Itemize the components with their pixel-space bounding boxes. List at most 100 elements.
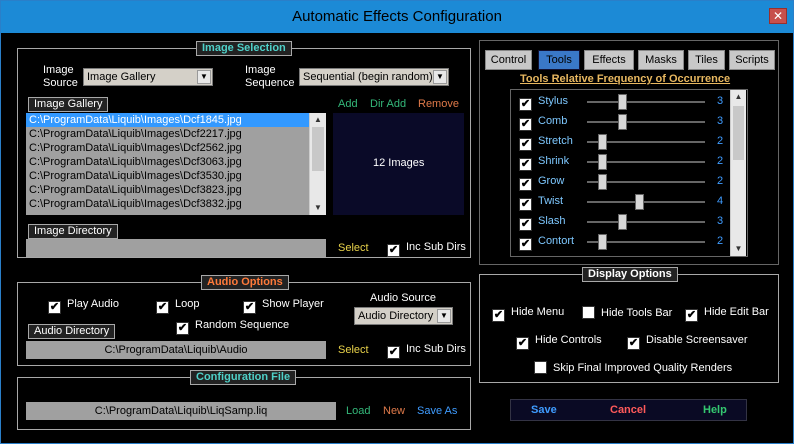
tools-scrollbar[interactable]: ▲ ▼ — [730, 90, 746, 256]
chevron-down-icon: ▼ — [197, 70, 211, 84]
config-file-field[interactable]: C:\ProgramData\Liquib\LiqSamp.liq — [26, 402, 336, 420]
image-source-value: Image Gallery — [87, 71, 156, 83]
frequency-slider-thumb[interactable] — [598, 174, 607, 190]
frequency-slider-thumb[interactable] — [598, 134, 607, 150]
hide-controls-label: Hide Controls — [535, 334, 602, 346]
frequency-slider-thumb[interactable] — [598, 154, 607, 170]
frequency-slider-thumb[interactable] — [618, 114, 627, 130]
client-area: Image Selection Image Source Image Galle… — [9, 33, 787, 437]
audio-inc-sub-dirs-label: Inc Sub Dirs — [406, 343, 466, 355]
image-source-select[interactable]: Image Gallery ▼ — [83, 68, 213, 86]
scroll-down-icon[interactable]: ▼ — [731, 242, 746, 256]
image-sequence-value: Sequential (begin random) — [303, 71, 433, 83]
remove-button[interactable]: Remove — [418, 98, 459, 110]
check-icon: ✔ — [176, 322, 189, 335]
image-sequence-select[interactable]: Sequential (begin random) ▼ — [299, 68, 449, 86]
loop-checkbox[interactable]: ✔ Loop — [156, 298, 199, 314]
tool-checkbox[interactable]: ✔ Stylus — [519, 95, 568, 111]
check-icon: ✔ — [519, 198, 532, 211]
frequency-slider-track[interactable] — [587, 201, 705, 203]
scroll-thumb[interactable] — [733, 106, 744, 160]
image-gallery-list[interactable]: C:\ProgramData\Liquib\Images\Dcf1845.jpg… — [26, 113, 326, 215]
load-button[interactable]: Load — [346, 405, 370, 417]
tool-checkbox[interactable]: ✔ Comb — [519, 115, 567, 131]
tool-label: Comb — [538, 115, 568, 127]
tool-checkbox[interactable]: ✔ Shrink — [519, 155, 569, 171]
show-player-checkbox[interactable]: ✔ Show Player — [243, 298, 324, 314]
tool-checkbox[interactable]: ✔ Slash — [519, 215, 566, 231]
list-item[interactable]: C:\ProgramData\Liquib\Images\Dcf1845.jpg — [26, 113, 326, 127]
frequency-slider-thumb[interactable] — [635, 194, 644, 210]
image-inc-sub-dirs-checkbox[interactable]: ✔ Inc Sub Dirs — [387, 241, 466, 257]
scroll-thumb[interactable] — [312, 127, 324, 171]
check-icon: ✔ — [519, 218, 532, 231]
tool-label: Twist — [538, 195, 564, 207]
image-directory-field[interactable] — [26, 239, 326, 257]
tool-value: 2 — [717, 175, 724, 187]
tool-label: Stylus — [538, 95, 568, 107]
image-source-label: Image Source — [43, 64, 78, 89]
title-bar: Automatic Effects Configuration ✕ — [1, 1, 793, 33]
tool-row-stylus: ✔ Stylus 3 — [511, 92, 747, 112]
image-select-button[interactable]: Select — [338, 242, 369, 254]
scroll-up-icon[interactable]: ▲ — [310, 113, 326, 127]
random-sequence-checkbox[interactable]: ✔ Random Sequence — [176, 319, 289, 335]
tab-scripts[interactable]: Scripts — [729, 50, 775, 70]
audio-source-select[interactable]: Audio Directory ▼ — [354, 307, 453, 325]
check-icon: ✔ — [243, 301, 256, 314]
audio-select-button[interactable]: Select — [338, 344, 369, 356]
list-item[interactable]: C:\ProgramData\Liquib\Images\Dcf3063.jpg — [26, 155, 326, 169]
new-button[interactable]: New — [383, 405, 405, 417]
list-item[interactable]: C:\ProgramData\Liquib\Images\Dcf3530.jpg — [26, 169, 326, 183]
tool-checkbox[interactable]: ✔ Grow — [519, 175, 564, 191]
scroll-down-icon[interactable]: ▼ — [310, 201, 326, 215]
tool-row-comb: ✔ Comb 3 — [511, 112, 747, 132]
scroll-up-icon[interactable]: ▲ — [731, 90, 746, 104]
hide-tools-bar-checkbox[interactable]: Hide Tools Bar — [582, 306, 672, 319]
tab-tools[interactable]: Tools — [538, 50, 580, 70]
tool-checkbox[interactable]: ✔ Twist — [519, 195, 563, 211]
tool-checkbox[interactable]: ✔ Contort — [519, 235, 574, 251]
check-icon: ✔ — [519, 238, 532, 251]
tab-control[interactable]: Control — [485, 50, 532, 70]
display-options-group: Display Options ✔ Hide Menu Hide Tools Ba… — [479, 267, 779, 383]
hide-controls-checkbox[interactable]: ✔ Hide Controls — [516, 334, 602, 350]
tab-tiles[interactable]: Tiles — [688, 50, 725, 70]
audio-directory-field[interactable]: C:\ProgramData\Liquib\Audio — [26, 341, 326, 359]
tool-label: Shrink — [538, 155, 570, 167]
save-as-button[interactable]: Save As — [417, 405, 457, 417]
hide-tools-bar-label: Hide Tools Bar — [601, 307, 673, 319]
frequency-slider-track[interactable] — [587, 121, 705, 123]
tool-row-stretch: ✔ Stretch 2 — [511, 132, 747, 152]
disable-screensaver-label: Disable Screensaver — [646, 334, 748, 346]
frequency-slider-thumb[interactable] — [618, 214, 627, 230]
tab-effects[interactable]: Effects — [584, 50, 634, 70]
gallery-scrollbar[interactable]: ▲ ▼ — [309, 113, 326, 215]
save-button[interactable]: Save — [531, 404, 557, 416]
dir-add-button[interactable]: Dir Add — [370, 98, 406, 110]
tool-label: Slash — [538, 215, 566, 227]
check-icon: ✔ — [627, 337, 640, 350]
list-item[interactable]: C:\ProgramData\Liquib\Images\Dcf2217.jpg — [26, 127, 326, 141]
disable-screensaver-checkbox[interactable]: ✔ Disable Screensaver — [627, 334, 748, 350]
cancel-button[interactable]: Cancel — [610, 404, 646, 416]
frequency-slider-thumb[interactable] — [618, 94, 627, 110]
check-icon: ✔ — [519, 158, 532, 171]
tab-masks[interactable]: Masks — [638, 50, 684, 70]
list-item[interactable]: C:\ProgramData\Liquib\Images\Dcf3832.jpg — [26, 197, 326, 211]
hide-edit-bar-checkbox[interactable]: ✔ Hide Edit Bar — [685, 306, 769, 322]
play-audio-checkbox[interactable]: ✔ Play Audio — [48, 298, 119, 314]
list-item[interactable]: C:\ProgramData\Liquib\Images\Dcf3823.jpg — [26, 183, 326, 197]
audio-options-heading: Audio Options — [201, 275, 289, 290]
close-button[interactable]: ✕ — [769, 8, 787, 24]
frequency-slider-track[interactable] — [587, 221, 705, 223]
add-button[interactable]: Add — [338, 98, 358, 110]
hide-menu-checkbox[interactable]: ✔ Hide Menu — [492, 306, 564, 322]
skip-final-renders-checkbox[interactable]: Skip Final Improved Quality Renders — [534, 361, 732, 374]
frequency-slider-thumb[interactable] — [598, 234, 607, 250]
frequency-slider-track[interactable] — [587, 101, 705, 103]
help-button[interactable]: Help — [703, 404, 727, 416]
list-item[interactable]: C:\ProgramData\Liquib\Images\Dcf2562.jpg — [26, 141, 326, 155]
tool-checkbox[interactable]: ✔ Stretch — [519, 135, 573, 151]
audio-inc-sub-dirs-checkbox[interactable]: ✔ Inc Sub Dirs — [387, 343, 466, 359]
